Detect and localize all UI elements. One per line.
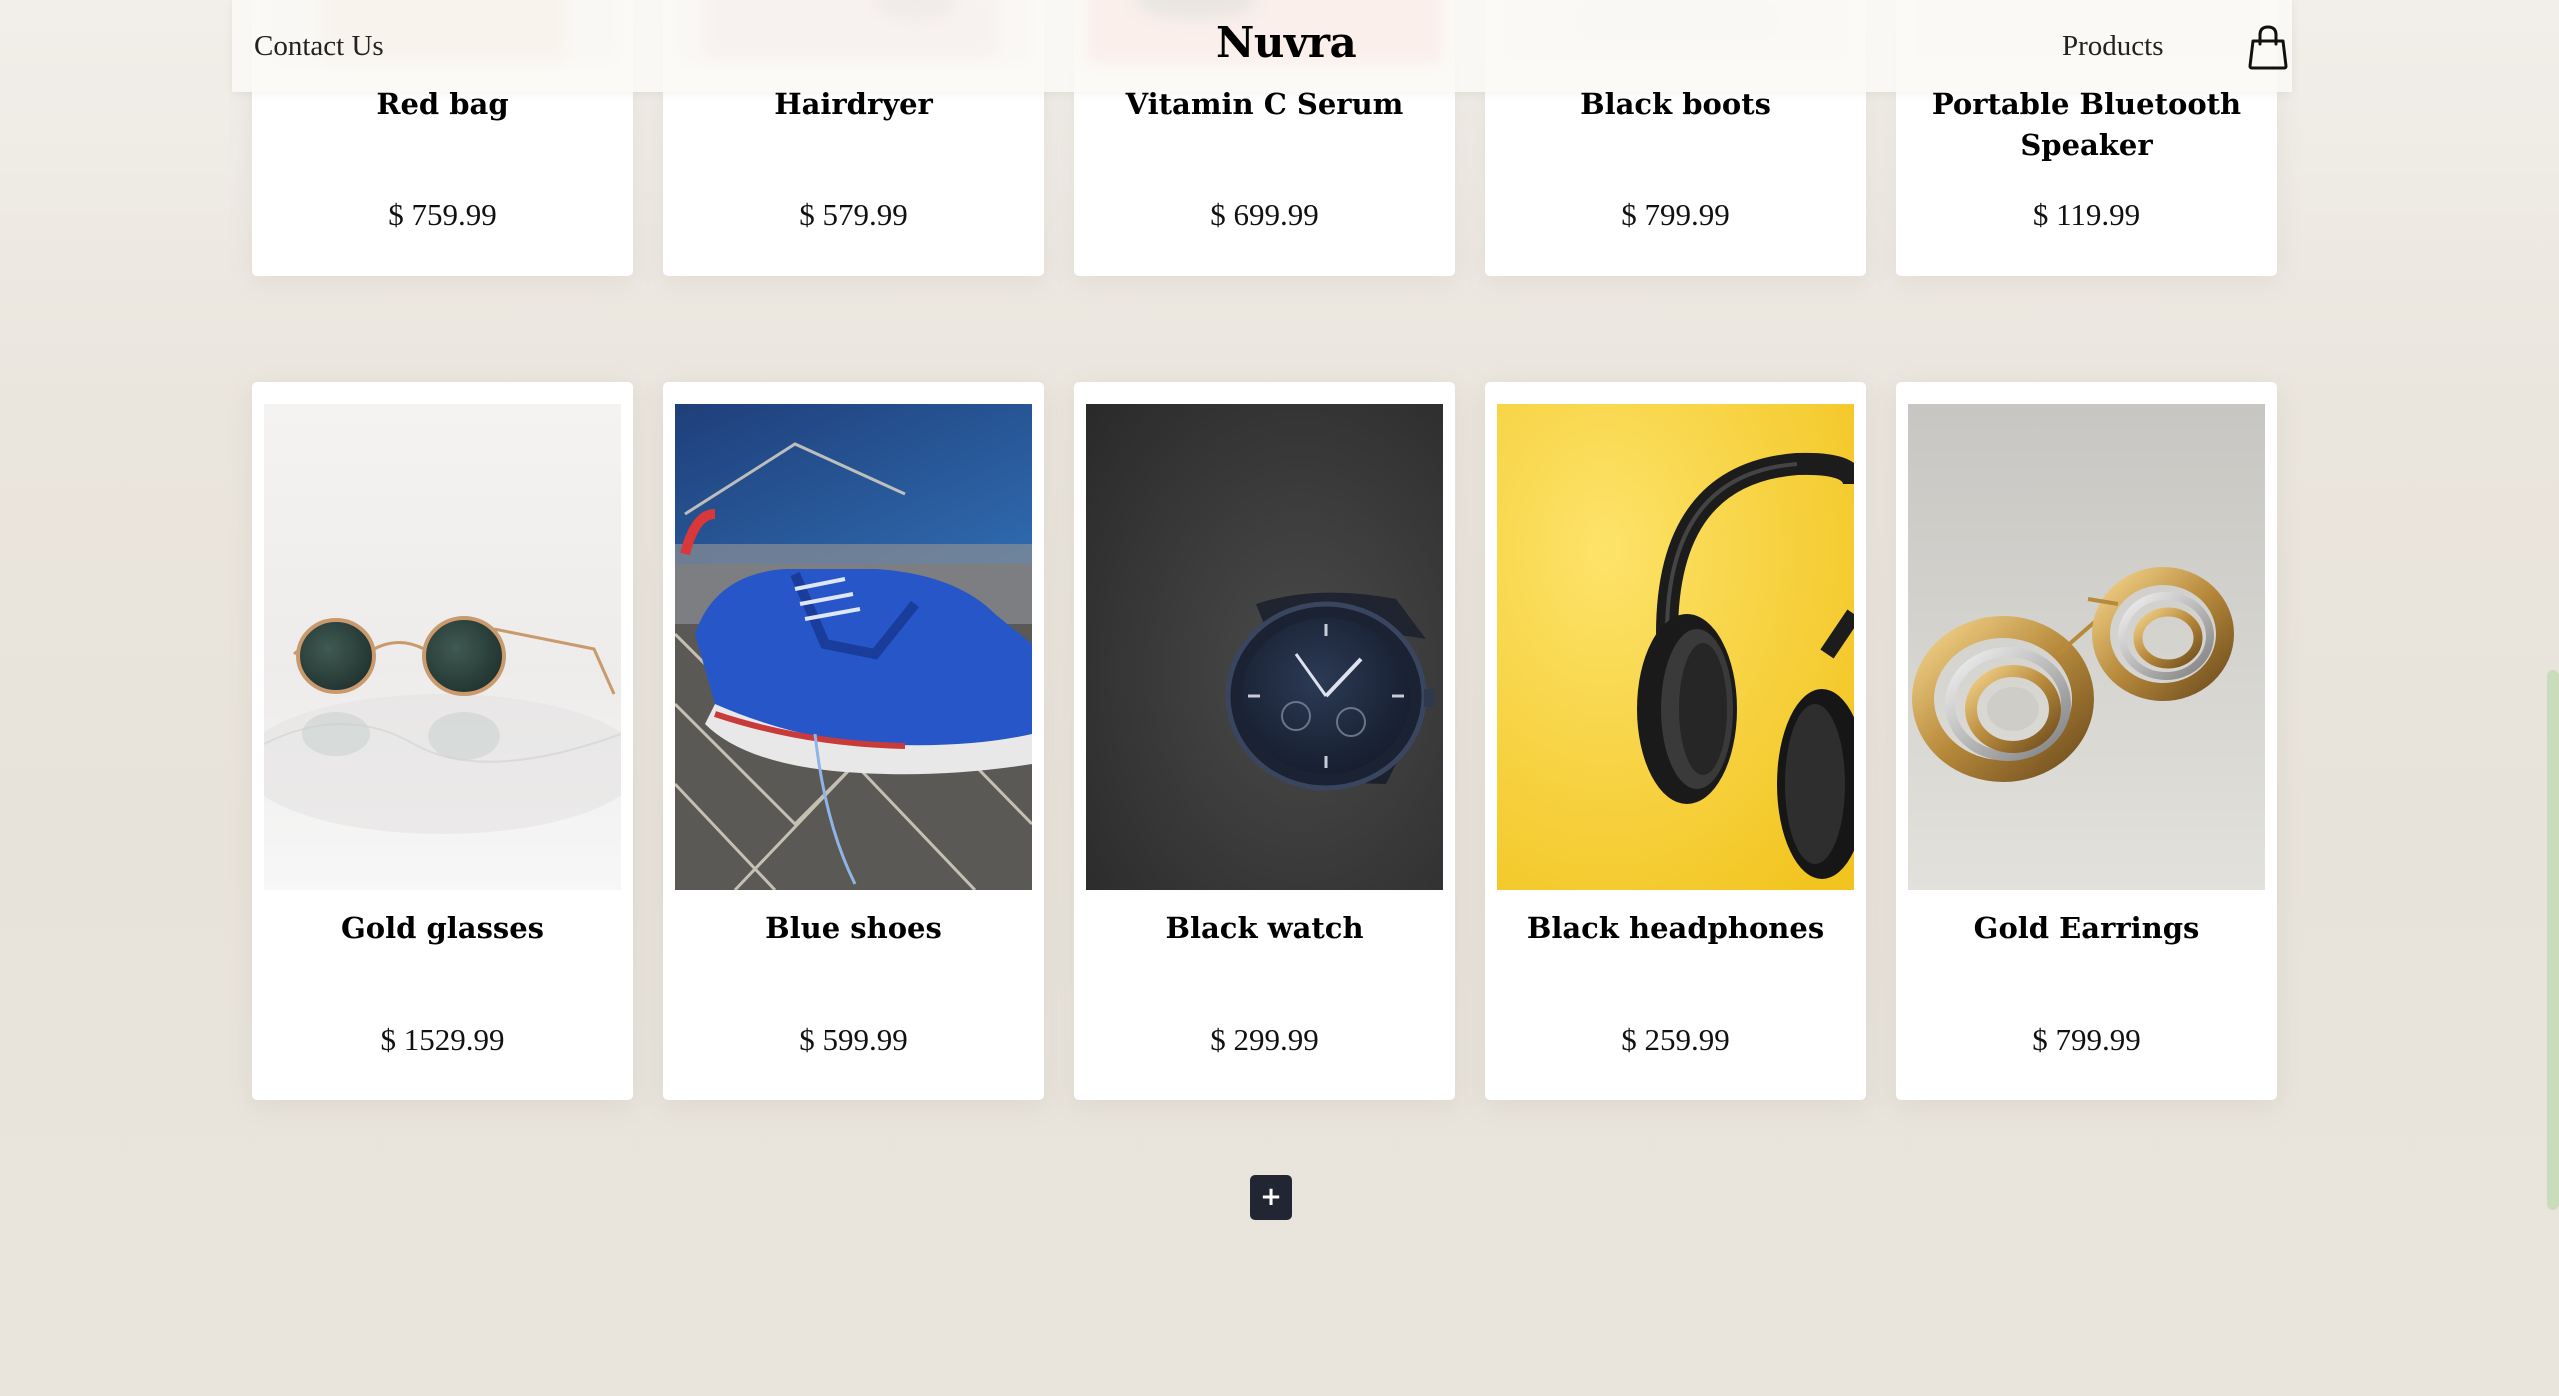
product-card[interactable]: Gold glasses $ 1529.99 [252, 382, 633, 1100]
black-headphones-image[interactable] [1497, 404, 1854, 890]
product-name: Blue shoes [765, 911, 942, 945]
product-card[interactable]: Black headphones $ 259.99 [1485, 382, 1866, 1100]
product-name: Portable Bluetooth Speaker [1931, 87, 2242, 162]
scrollbar-thumb[interactable] [2547, 670, 2559, 1210]
product-name: Gold Earrings [1973, 911, 2200, 945]
gold-earrings-image[interactable] [1908, 404, 2265, 890]
gold-glasses-image[interactable] [264, 404, 621, 890]
product-grid-row-bottom: Gold glasses $ 1529.99 Blue shoes $ 599.… [252, 382, 2277, 1100]
blue-shoes-image[interactable] [675, 404, 1032, 890]
product-price: $ 259.99 [1621, 1022, 1730, 1057]
plus-icon: + [1260, 1182, 1282, 1212]
product-card[interactable]: Blue shoes $ 599.99 [663, 382, 1044, 1100]
product-price: $ 299.99 [1210, 1022, 1319, 1057]
product-price: $ 599.99 [799, 1022, 908, 1057]
contact-us-link[interactable]: Contact Us [254, 30, 384, 63]
product-name: Black headphones [1526, 911, 1825, 945]
product-price: $ 1529.99 [380, 1022, 505, 1057]
product-name: Black watch [1165, 911, 1364, 945]
site-header: Contact Us Nuvra Products [0, 0, 2559, 92]
shopping-bag-icon[interactable] [2246, 24, 2290, 70]
load-more-button[interactable]: + [1250, 1175, 1292, 1220]
product-card[interactable]: Black watch $ 299.99 [1074, 382, 1455, 1100]
product-price: $ 699.99 [1210, 197, 1319, 232]
product-price: $ 119.99 [2032, 197, 2141, 232]
site-logo[interactable]: Nuvra [1216, 18, 1357, 67]
products-link[interactable]: Products [2062, 30, 2164, 63]
product-price: $ 759.99 [388, 197, 497, 232]
product-card[interactable]: Gold Earrings $ 799.99 [1896, 382, 2277, 1100]
black-watch-image[interactable] [1086, 404, 1443, 890]
product-price: $ 579.99 [799, 197, 908, 232]
product-price: $ 799.99 [1621, 197, 1730, 232]
product-price: $ 799.99 [2032, 1022, 2141, 1057]
product-name: Gold glasses [340, 911, 544, 945]
